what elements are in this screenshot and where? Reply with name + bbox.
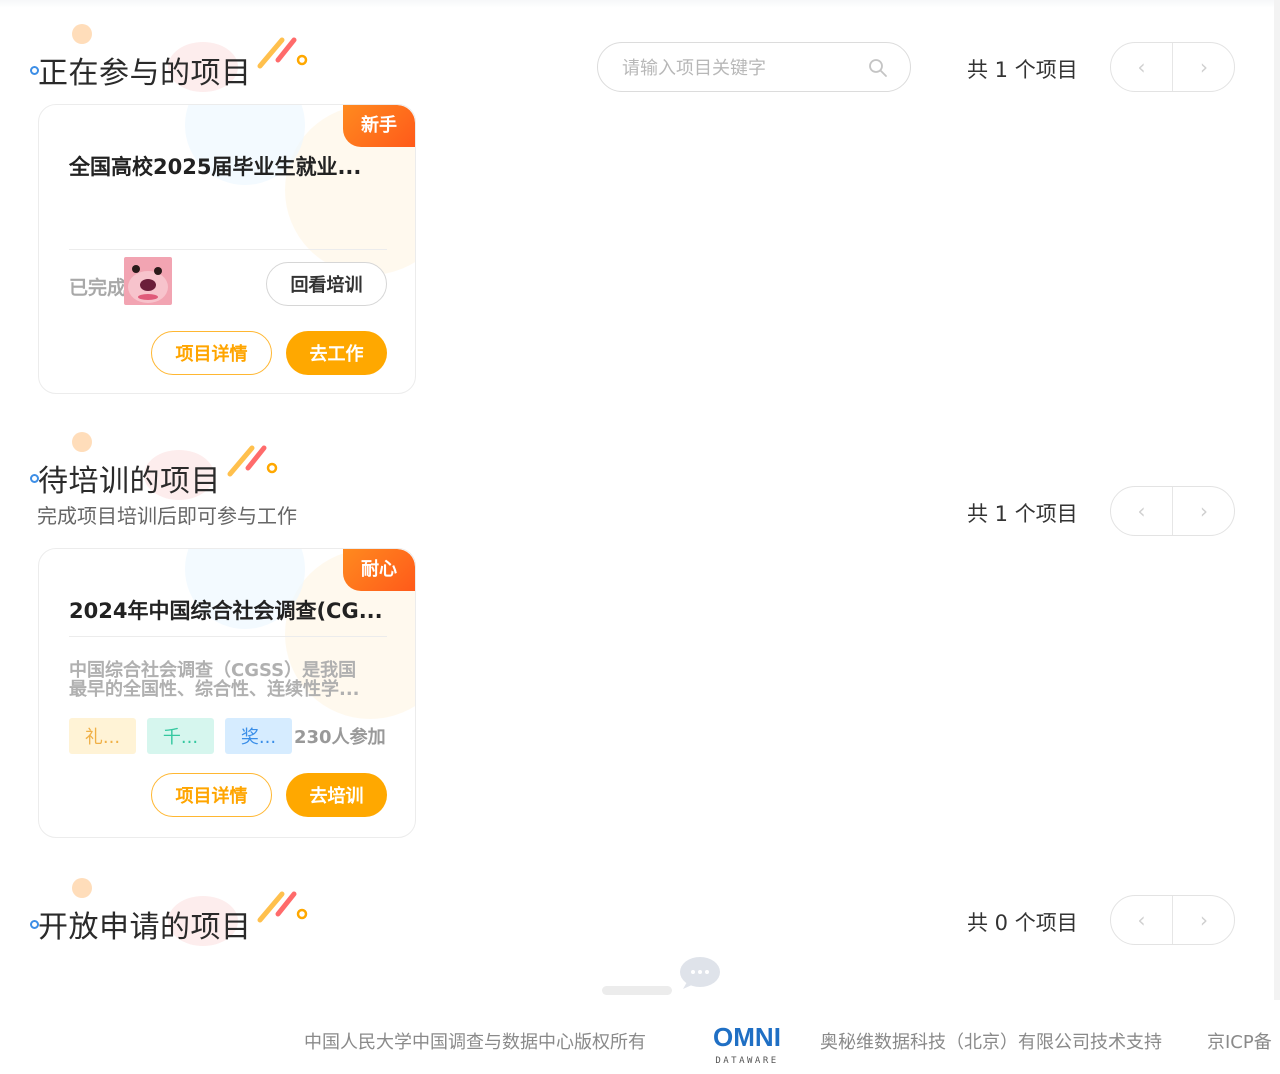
- scrollbar-track[interactable]: [1274, 0, 1280, 1000]
- logo-subtext: DATAWARE: [715, 1056, 778, 1066]
- decor-ball: [72, 878, 92, 898]
- slash-decor-icon: [227, 445, 278, 477]
- chevron-right-icon[interactable]: ›: [1173, 487, 1235, 535]
- card-divider: [69, 249, 387, 250]
- level-badge: 耐心: [343, 549, 415, 591]
- slash-decor-icon: [257, 891, 308, 923]
- project-count: 共 1 个项目: [967, 502, 1078, 526]
- reward-tag: 千...: [147, 718, 214, 754]
- go-work-button[interactable]: 去工作: [286, 331, 387, 375]
- project-detail-button[interactable]: 项目详情: [151, 773, 272, 817]
- search-icon[interactable]: [868, 58, 888, 78]
- pager-open: ‹ ›: [1110, 895, 1235, 945]
- participants-count: 230人参加: [294, 727, 386, 748]
- card-title: 2024年中国综合社会调查(CG...: [69, 599, 383, 623]
- chat-bubble-icon[interactable]: [679, 956, 721, 990]
- section-title: 正在参与的项目: [38, 56, 252, 91]
- project-detail-button[interactable]: 项目详情: [151, 331, 272, 375]
- chevron-left-icon[interactable]: ‹: [1111, 43, 1173, 91]
- pager-pending: ‹ ›: [1110, 486, 1235, 536]
- section-subtitle: 完成项目培训后即可参与工作: [37, 504, 297, 528]
- pager-participating: ‹ ›: [1110, 42, 1235, 92]
- reward-tag: 奖...: [225, 718, 292, 754]
- decor-ball: [72, 24, 92, 44]
- card-description: 中国综合社会调查（CGSS）是我国 最早的全国性、综合性、连续性学...: [69, 661, 389, 699]
- chevron-right-icon[interactable]: ›: [1173, 896, 1235, 944]
- icp-link[interactable]: 京ICP备: [1207, 1028, 1272, 1054]
- desc-line: 最早的全国性、综合性、连续性学...: [69, 679, 360, 700]
- go-training-button[interactable]: 去培训: [286, 773, 387, 817]
- project-count: 共 0 个项目: [967, 911, 1078, 935]
- chevron-left-icon[interactable]: ‹: [1111, 896, 1173, 944]
- support-text: 奥秘维数据科技（北京）有限公司技术支持: [820, 1032, 1162, 1053]
- scroll-indicator: [602, 986, 672, 995]
- section-title: 开放申请的项目: [38, 910, 252, 945]
- chevron-right-icon[interactable]: ›: [1173, 43, 1235, 91]
- avatar: [124, 257, 172, 305]
- footer: 中国人民大学中国调查与数据中心版权所有 OMNI DATAWARE 奥秘维数据科…: [0, 1010, 1280, 1074]
- slash-decor-icon: [257, 37, 308, 69]
- card-divider: [69, 636, 387, 637]
- project-count: 共 1 个项目: [967, 58, 1078, 82]
- logo-text: OMNI: [713, 1022, 781, 1052]
- review-training-button[interactable]: 回看培训: [266, 262, 387, 306]
- project-card: 新手 全国高校2025届毕业生就业... 已完成 回看培训 项目详情 去工作: [38, 104, 416, 394]
- project-card: 耐心 2024年中国综合社会调查(CG... 中国综合社会调查（CGSS）是我国…: [38, 548, 416, 838]
- search-input[interactable]: [622, 55, 862, 81]
- level-badge: 新手: [343, 105, 415, 147]
- search-box[interactable]: [597, 42, 911, 92]
- card-title: 全国高校2025届毕业生就业...: [69, 155, 362, 179]
- omni-logo: OMNI DATAWARE: [713, 1022, 781, 1066]
- top-strip: [0, 0, 1280, 8]
- chevron-left-icon[interactable]: ‹: [1111, 487, 1173, 535]
- desc-line: 中国综合社会调查（CGSS）是我国: [69, 660, 357, 681]
- status-text: 已完成: [69, 277, 127, 299]
- section-title: 待培训的项目: [38, 464, 221, 499]
- decor-ball: [72, 432, 92, 452]
- reward-tag: 礼...: [69, 718, 136, 754]
- copyright-text: 中国人民大学中国调查与数据中心版权所有: [304, 1032, 646, 1053]
